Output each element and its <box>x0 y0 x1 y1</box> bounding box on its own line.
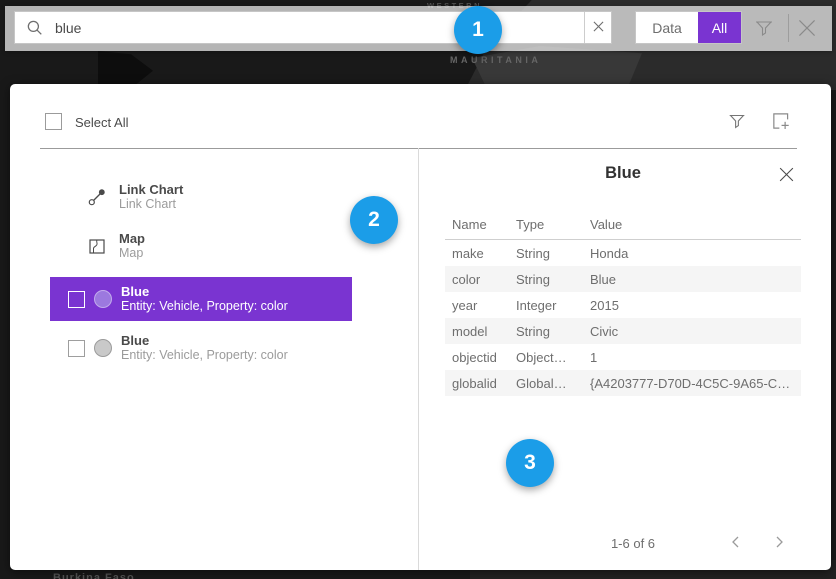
add-selection-icon[interactable] <box>770 110 792 132</box>
column-header-value: Value <box>590 217 801 232</box>
list-item-subtitle: Entity: Vehicle, Property: color <box>121 348 288 363</box>
clear-search-button[interactable] <box>584 12 611 43</box>
cell-value: {A4203777-D70D-4C5C-9A65-C… <box>590 376 801 391</box>
item-checkbox[interactable] <box>68 340 85 357</box>
search-input[interactable] <box>15 12 611 43</box>
list-item-blue[interactable]: Blue Entity: Vehicle, Property: color <box>50 326 352 370</box>
table-row: make String Honda <box>445 240 801 266</box>
cell-type: String <box>516 272 590 287</box>
search-box <box>14 11 612 44</box>
list-item-text: Blue Entity: Vehicle, Property: color <box>121 333 288 363</box>
table-row: objectid Object… 1 <box>445 344 801 370</box>
list-item-link-chart[interactable]: Link Chart Link Chart <box>50 177 352 217</box>
scope-option-all[interactable]: All <box>698 12 741 43</box>
cell-name: make <box>445 246 516 261</box>
map-label-mauritania: MAURITANIA <box>450 55 541 65</box>
column-header-type: Type <box>516 217 590 232</box>
callout-badge-2: 2 <box>350 196 398 244</box>
cell-value: Civic <box>590 324 801 339</box>
list-detail-divider <box>418 148 419 570</box>
table-row: color String Blue <box>445 266 801 292</box>
list-item-map[interactable]: Map Map <box>50 226 352 266</box>
list-item-title: Blue <box>121 333 288 348</box>
cell-type: Integer <box>516 298 590 313</box>
cell-type: String <box>516 246 590 261</box>
list-item-title: Map <box>119 231 145 246</box>
attribute-table: Name Type Value make String Honda color … <box>445 210 801 396</box>
cell-value: 1 <box>590 350 801 365</box>
cell-name: objectid <box>445 350 516 365</box>
chevron-left-icon[interactable] <box>728 534 748 554</box>
search-icon <box>26 19 44 37</box>
list-item-subtitle: Entity: Vehicle, Property: color <box>121 299 288 314</box>
detail-title: Blue <box>445 164 801 183</box>
cell-type: String <box>516 324 590 339</box>
callout-badge-1: 1 <box>454 6 502 54</box>
filter-icon[interactable] <box>752 16 776 40</box>
entity-swatch-icon <box>94 290 112 308</box>
scope-toggle: Data All <box>635 11 742 44</box>
list-item-blue-selected[interactable]: Blue Entity: Vehicle, Property: color <box>50 277 352 321</box>
map-landmass <box>98 51 153 84</box>
scope-option-data[interactable]: Data <box>636 12 698 43</box>
list-item-text: Map Map <box>119 231 145 261</box>
list-item-text: Link Chart Link Chart <box>119 182 183 212</box>
cell-value: Honda <box>590 246 801 261</box>
search-results-panel: Select All Link Chart Link Chart Map <box>10 84 831 570</box>
pagination-label: 1-6 of 6 <box>588 536 678 551</box>
callout-badge-3: 3 <box>506 439 554 487</box>
table-row: globalid Global… {A4203777-D70D-4C5C-9A6… <box>445 370 801 396</box>
close-detail-icon[interactable] <box>778 166 796 184</box>
cell-type: Object… <box>516 350 590 365</box>
table-header-row: Name Type Value <box>445 210 801 240</box>
cell-name: model <box>445 324 516 339</box>
cell-value: Blue <box>590 272 801 287</box>
entity-swatch-icon <box>94 339 112 357</box>
map-label-bottom-clipped: Burkina Faso <box>53 572 135 579</box>
cell-name: color <box>445 272 516 287</box>
cell-type: Global… <box>516 376 590 391</box>
chevron-right-icon[interactable] <box>771 534 791 554</box>
column-header-name: Name <box>445 217 516 232</box>
toolbar-divider <box>788 14 789 42</box>
clear-icon <box>593 19 604 37</box>
search-toolbar: Data All <box>5 6 832 51</box>
app-screen: WESTERN MAURITANIA Burkina Faso Data All <box>0 0 836 579</box>
item-checkbox[interactable] <box>68 291 85 308</box>
cell-name: globalid <box>445 376 516 391</box>
list-item-title: Blue <box>121 284 288 299</box>
table-row: year Integer 2015 <box>445 292 801 318</box>
cell-name: year <box>445 298 516 313</box>
list-item-title: Link Chart <box>119 182 183 197</box>
filter-icon[interactable] <box>726 110 748 132</box>
table-row: model String Civic <box>445 318 801 344</box>
cell-value: 2015 <box>590 298 801 313</box>
list-item-subtitle: Map <box>119 246 145 261</box>
list-item-subtitle: Link Chart <box>119 197 183 212</box>
select-all-checkbox[interactable] <box>45 113 62 130</box>
list-item-text: Blue Entity: Vehicle, Property: color <box>121 284 288 314</box>
close-search-icon[interactable] <box>794 15 820 41</box>
map-icon <box>87 236 107 256</box>
select-all-label: Select All <box>75 115 128 130</box>
link-chart-icon <box>87 187 107 207</box>
